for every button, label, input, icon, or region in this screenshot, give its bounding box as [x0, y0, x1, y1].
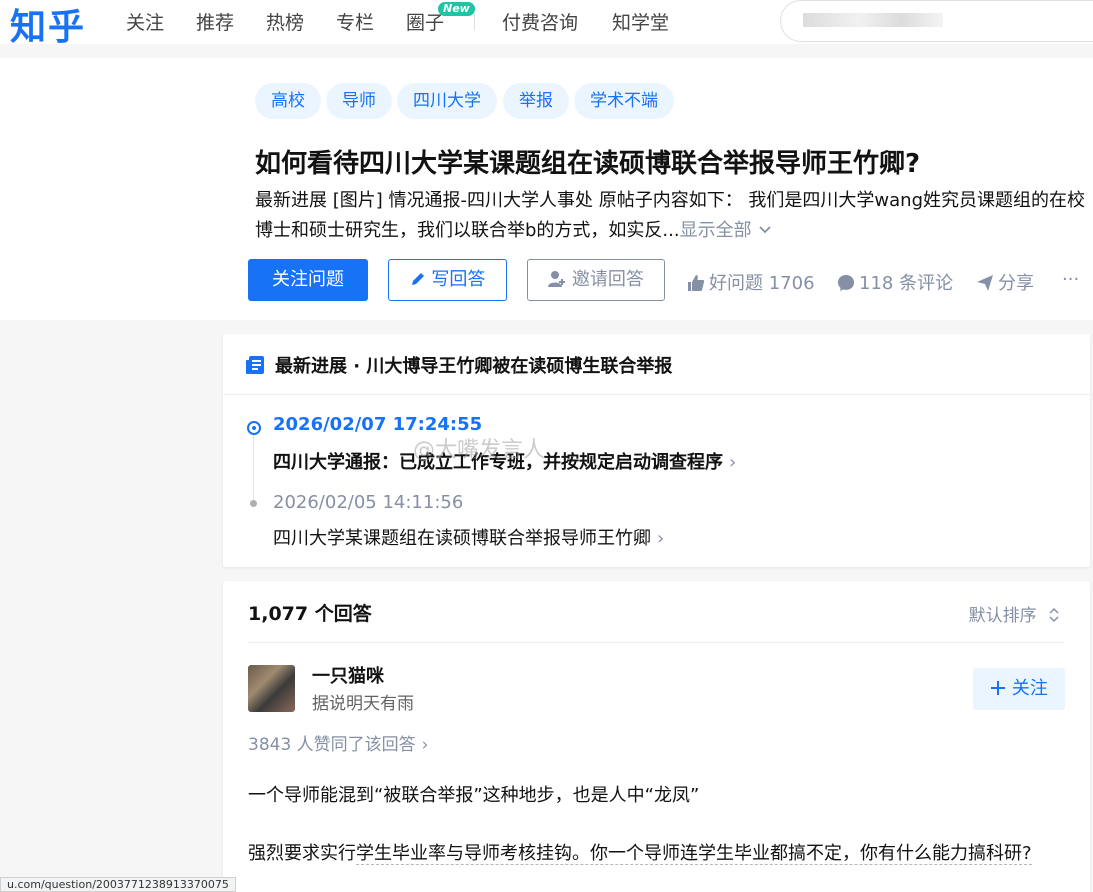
- document-list-icon: [246, 356, 264, 374]
- paper-plane-icon: [977, 275, 993, 291]
- nav-divider: [474, 12, 475, 30]
- question-title: 如何看待四川大学某课题组在读硕博联合举报导师王竹卿?: [255, 149, 921, 179]
- thumbs-up-icon: [688, 275, 705, 291]
- answer-paragraph: 强烈要求实行学生毕业率与导师考核挂钩。你一个导师连学生毕业都搞不定，你有什么能力…: [248, 843, 1032, 865]
- question-header: 高校 导师 四川大学 举报 学术不端 如何看待四川大学某课题组在读硕博联合举报导…: [0, 58, 1093, 320]
- search-input[interactable]: [780, 0, 1093, 42]
- timeline-dot-active: [247, 421, 261, 435]
- sort-arrows-icon: [1049, 607, 1059, 623]
- invite-user-icon: [548, 271, 566, 287]
- blurred-search-text: [803, 13, 943, 27]
- follow-question-button[interactable]: 关注问题: [248, 259, 368, 301]
- timeline-dot: [250, 500, 257, 507]
- author-name[interactable]: 一只猫咪: [312, 662, 384, 688]
- upvote-count-link[interactable]: 3843 人赞同了该回答 ›: [248, 730, 428, 755]
- comment-bubble-icon: [838, 275, 854, 291]
- avatar[interactable]: [248, 665, 295, 712]
- sort-dropdown[interactable]: 默认排序: [969, 601, 1060, 626]
- invite-answer-label: 邀请回答: [571, 269, 644, 290]
- question-desc-text: 最新进展 [图片] 情况通报-四川大学人事处 原帖子内容如下： 我们是四川大学w…: [255, 190, 1086, 241]
- divider: [223, 394, 1090, 395]
- chevron-right-icon: ›: [657, 528, 665, 549]
- chevron-down-icon: [759, 226, 771, 234]
- answer-count: 1,077 个回答: [248, 603, 372, 625]
- nav-follow[interactable]: 关注: [126, 8, 164, 35]
- top-nav: 知乎 关注 推荐 热榜 专栏 圈子 New 付费咨询 知学堂: [0, 0, 1093, 48]
- answer-paragraph: 一个导师能混到“被联合举报”这种地步，也是人中“龙凤”: [248, 785, 700, 806]
- timeline-line: [253, 434, 254, 504]
- latest-progress-card: 最新进展 · 川大博导王竹卿被在读硕博生联合举报 2026/02/07 17:2…: [223, 334, 1090, 567]
- question-description: 最新进展 [图片] 情况通报-四川大学人事处 原帖子内容如下： 我们是四川大学w…: [255, 186, 1090, 246]
- chevron-right-icon: ›: [729, 452, 737, 473]
- author-bio: 据说明天有雨: [312, 694, 414, 714]
- follow-author-button[interactable]: 关注: [973, 668, 1065, 710]
- share-button[interactable]: 分享: [976, 269, 1034, 295]
- tag-jubao[interactable]: 举报: [503, 83, 569, 119]
- good-question-button[interactable]: 好问题 1706: [687, 269, 815, 295]
- nav-hot[interactable]: 热榜: [266, 8, 304, 35]
- tag-scu[interactable]: 四川大学: [397, 83, 497, 119]
- tag-daoshi[interactable]: 导师: [326, 83, 392, 119]
- chevron-right-icon: ›: [421, 735, 429, 755]
- nav-recommend[interactable]: 推荐: [196, 8, 234, 35]
- tag-academic-misconduct[interactable]: 学术不端: [574, 83, 674, 119]
- invite-answer-button[interactable]: 邀请回答: [527, 259, 665, 301]
- divider: [248, 642, 1065, 643]
- write-answer-button[interactable]: 写回答: [388, 259, 507, 301]
- answers-card: 1,077 个回答 默认排序 一只猫咪 据说明天有雨 关注 3843 人赞同了该…: [223, 581, 1090, 892]
- more-options-button[interactable]: ···: [1062, 269, 1079, 290]
- timeline-time: 2026/02/05 14:11:56: [273, 492, 464, 513]
- status-bar-url: u.com/question/2003771238913370075: [0, 877, 236, 892]
- pencil-icon: [411, 273, 424, 285]
- nav-paid-consult[interactable]: 付费咨询: [502, 8, 578, 35]
- zhihu-logo[interactable]: 知乎: [10, 0, 86, 50]
- progress-header: 最新进展 · 川大博导王竹卿被在读硕博生联合举报: [245, 352, 672, 378]
- timeline-item-link[interactable]: 四川大学某课题组在读硕博联合举报导师王竹卿 ›: [273, 524, 664, 550]
- show-all-button[interactable]: 显示全部: [680, 220, 774, 241]
- tag-gaoxiao[interactable]: 高校: [255, 83, 321, 119]
- comments-button[interactable]: 118 条评论: [837, 269, 953, 295]
- nav-zhixuetang[interactable]: 知学堂: [612, 8, 669, 35]
- write-answer-label: 写回答: [431, 269, 486, 290]
- watermark: @大嘴发言人: [413, 438, 546, 463]
- nav-column[interactable]: 专栏: [336, 8, 374, 35]
- plus-icon: [991, 681, 1006, 695]
- new-badge: New: [438, 2, 475, 16]
